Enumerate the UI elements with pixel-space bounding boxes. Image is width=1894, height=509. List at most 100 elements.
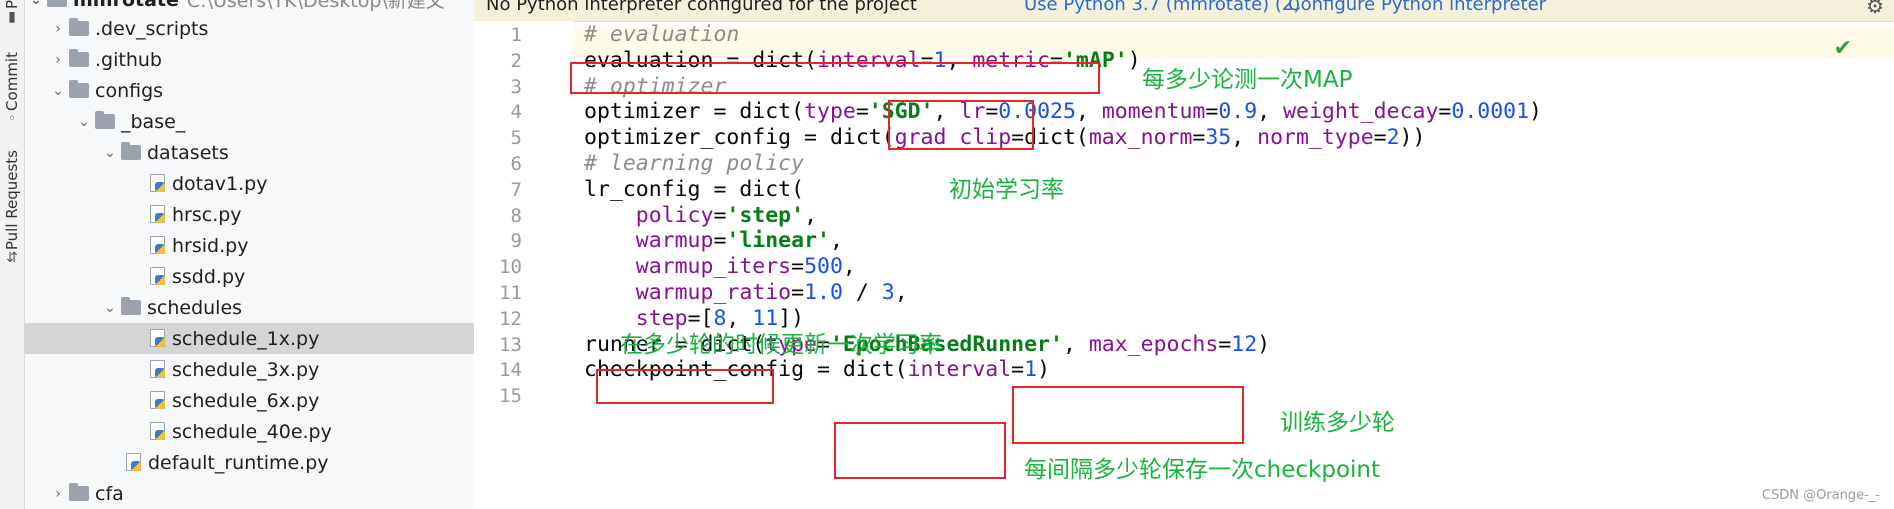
code-token: , [1231,125,1258,151]
code-token: , [1257,99,1284,125]
folder-icon [69,80,89,98]
python-file-icon [149,173,167,194]
tree-folder-row[interactable]: ⌄ datasets [25,137,474,168]
tree-file-row[interactable]: schedule_40e.py [25,416,474,447]
annotation-initial-lr: 初始学习率 [949,177,1064,203]
tree-file-row[interactable]: schedule_6x.py [25,385,474,416]
code-token: max_epochs [1088,331,1219,357]
tree-file-row[interactable]: default_runtime.py [25,447,474,478]
chevron-down-icon[interactable]: ⌄ [99,145,121,161]
code-token: norm_type [1257,125,1374,151]
line-number: 4 [510,101,522,124]
code-token: = [1373,125,1387,151]
tree-folder-row[interactable]: › cfa [25,478,474,509]
pull-requests-tool-tab[interactable]: Pull Requests ⇵ [0,150,24,266]
tree-root-label: mmrotate [73,0,179,11]
commit-tool-tab[interactable]: Commit ◦ [0,52,24,127]
project-tab-label: P [3,0,21,10]
tree-item-label: default_runtime.py [148,451,329,474]
tree-file-row[interactable]: dotav1.py [25,168,474,199]
code-token: optimizer = dict( [584,99,805,125]
code-token: = [855,99,869,125]
chevron-right-icon[interactable]: › [47,486,69,502]
folder-icon [69,49,89,67]
code-editor[interactable]: No Python interpreter configured for the… [474,0,1894,509]
code-token: warmup [635,228,714,254]
chevron-right-icon[interactable]: › [47,21,69,37]
gear-icon[interactable]: ⚙ [1866,0,1884,18]
code-token: 3 [881,280,895,305]
highlight-evaluation [570,62,1100,94]
chevron-down-icon[interactable]: ⌄ [73,114,95,130]
line-number: 5 [510,127,522,150]
code-token: ) [1529,99,1542,125]
banner-message: No Python interpreter configured for the… [486,0,917,15]
highlight-lr [888,100,1034,150]
tree-item-label: schedule_1x.py [172,327,320,350]
code-token: interval [907,357,1012,383]
highlight-step [596,369,774,404]
code-token: = [791,254,805,280]
folder-icon [69,18,89,36]
chevron-right-icon[interactable]: › [47,52,69,68]
tree-file-row[interactable]: hrsid.py [25,230,474,261]
line-number: 11 [499,282,522,304]
tree-file-row[interactable]: ssdd.py [25,261,474,292]
tree-folder-row[interactable]: › .dev_scripts [25,13,474,44]
code-token: optimizer_config = dict( [584,125,895,151]
tree-file-row[interactable]: schedule_1x.py [25,323,474,354]
tool-window-strip: P ▮ Commit ◦ Pull Requests ⇵ [0,0,25,509]
python-file-icon [149,359,167,380]
code-token: type [804,99,856,125]
code-token: 0.9 [1218,99,1258,125]
python-file-icon [149,266,167,287]
code-token: # learning policy [584,151,805,176]
code-token: 0.0001 [1451,99,1530,125]
code-token: max_norm [1088,125,1193,151]
tree-folder-row[interactable]: ⌄ configs [25,75,474,106]
tree-item-label: cfa [95,482,124,505]
annotation-max-epochs: 训练多少轮 [1280,410,1395,436]
tree-file-row[interactable]: schedule_3x.py [25,354,474,385]
code-token: , [829,228,843,254]
line-number: 1 [510,24,522,46]
line-number: 7 [510,178,522,201]
code-token: 1.0 [804,280,843,305]
line-number: 13 [499,333,522,356]
code-token: = [1438,99,1452,125]
watermark: CSDN @Orange-_- [1761,488,1880,503]
tree-folder-row[interactable]: ⌄ schedules [25,292,474,323]
code-token: warmup_iters [635,254,792,280]
code-token: lr_config = dict( [584,176,805,202]
tree-folder-row[interactable]: ⌄ _base_ [25,106,474,137]
code-token: = [1192,125,1206,151]
code-token: warmup_ratio [635,280,792,305]
tree-folder-row[interactable]: › .github [25,44,474,75]
line-number: 14 [499,359,522,382]
line-number: 9 [510,230,522,253]
line-number: 8 [510,204,522,227]
pull-request-icon: ⇵ [6,250,18,267]
configure-interpreter-link[interactable]: Configure Python interpreter [1288,0,1546,15]
folder-icon [69,483,89,501]
code-token: weight_decay [1283,99,1439,125]
chevron-down-icon[interactable]: ⌄ [99,300,121,316]
tree-item-label: configs [95,79,164,102]
code-token: 35 [1205,125,1232,151]
interpreter-banner: No Python interpreter configured for the… [474,0,1894,22]
code-token: , [842,254,856,280]
inspection-ok-icon[interactable]: ✔ [1834,36,1852,61]
tree-item-label: schedules [147,296,243,319]
chevron-down-icon[interactable]: ⌄ [47,83,69,99]
chevron-down-icon[interactable]: ⌄ [25,0,47,8]
code-token: momentum [1101,99,1206,125]
project-tool-tab[interactable]: P ▮ [0,0,24,25]
tree-file-row[interactable]: hrsc.py [25,199,474,230]
use-python-link[interactable]: Use Python 3.7 (mmrotate) (2) [1024,0,1300,15]
code-token: ) [1257,331,1271,357]
tree-item-label: hrsc.py [172,203,242,226]
tree-item-label: schedule_3x.py [172,358,320,381]
line-number: 3 [510,75,522,98]
line-number: 12 [499,307,522,330]
line-number: 10 [499,256,522,279]
